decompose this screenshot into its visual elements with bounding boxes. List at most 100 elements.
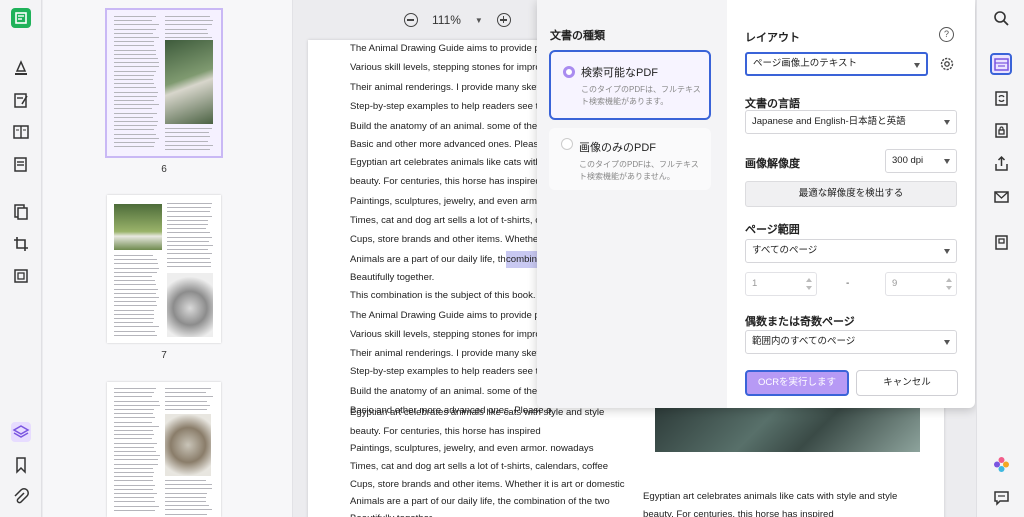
thumbnail-text-line <box>114 430 153 431</box>
thumbnail-text-line <box>114 464 158 465</box>
radio-selected[interactable] <box>563 66 575 78</box>
thumbnail-text-line <box>167 228 206 229</box>
document-text-line: beauty. For centuries, this horse has in… <box>643 506 834 517</box>
thumbnail-text-line <box>165 409 207 410</box>
language-select-value: Japanese and English-日本語と英語 <box>752 116 906 127</box>
thumbnail-text-line <box>165 33 208 34</box>
layers-icon[interactable] <box>11 422 31 442</box>
detect-resolution-button[interactable]: 最適な解像度を検出する <box>745 181 957 207</box>
range-to-input[interactable]: 9 <box>885 272 957 296</box>
document-text-line: Paintings, sculptures, jewelry, and even… <box>350 193 546 210</box>
document-text-line: Step-by-step examples to help readers se… <box>350 363 549 380</box>
document-text-line: Step-by-step examples to help readers se… <box>350 98 549 115</box>
image-only-pdf-option[interactable]: 画像のみのPDF このタイプのPDFは、フルテキスト検索機能がありません。 <box>549 128 711 190</box>
highlight-icon[interactable] <box>11 58 31 78</box>
attachment-icon[interactable] <box>11 487 31 507</box>
document-text-line: Cups, store brands and other items. Whet… <box>350 231 549 248</box>
resolution-label: 画像解像度 <box>745 155 800 171</box>
book-icon[interactable] <box>11 122 31 142</box>
thumbnail-text-line <box>114 405 160 406</box>
layout-select[interactable]: ページ画像上のテキスト <box>745 52 928 76</box>
document-text-line: Basic and other more advanced ones. Plea… <box>350 136 551 153</box>
page-range-label: ページ範囲 <box>745 221 800 237</box>
form-icon[interactable] <box>11 154 31 174</box>
odd-even-select-value: 範囲内のすべてのページ <box>752 336 855 347</box>
save-icon[interactable] <box>990 231 1012 253</box>
thumbnail-text-line <box>114 75 154 76</box>
thumbnail-text-line <box>114 41 154 42</box>
thumbnail-page-8[interactable] <box>107 382 221 517</box>
thumbnail-text-line <box>114 305 157 306</box>
thumbnail-text-line <box>167 224 208 225</box>
language-select[interactable]: Japanese and English-日本語と英語 <box>745 110 957 134</box>
share-icon[interactable] <box>990 152 1012 174</box>
zoom-in-icon[interactable] <box>497 13 511 27</box>
resolution-select[interactable]: 300 dpi <box>885 149 957 173</box>
email-icon[interactable] <box>990 185 1012 207</box>
thumbnail-text-line <box>167 258 210 259</box>
resolution-select-value: 300 dpi <box>892 155 923 166</box>
thumbnail-text-line <box>114 37 159 38</box>
search-icon[interactable] <box>990 7 1012 29</box>
zoom-level[interactable]: 111% <box>432 13 461 27</box>
help-icon[interactable]: ? <box>939 27 954 42</box>
settings-gear-icon[interactable] <box>939 56 955 72</box>
crop-icon[interactable] <box>11 234 31 254</box>
selected-text-highlight[interactable]: combin <box>506 251 537 268</box>
thumbnail-text-line <box>167 237 212 238</box>
ai-assistant-icon[interactable] <box>990 453 1012 475</box>
thumbnail-text-line <box>114 501 155 502</box>
document-text-line: beauty. For centuries, this horse has in… <box>350 423 541 440</box>
page-range-select[interactable]: すべてのページ <box>745 239 957 263</box>
edit-icon[interactable] <box>11 90 31 110</box>
thumbnail-text-line <box>114 134 156 135</box>
thumbnail-text-line <box>114 92 158 93</box>
run-ocr-button[interactable]: OCRを実行します <box>745 370 849 396</box>
document-text-line: Build the anatomy of an animal. some of … <box>350 118 545 135</box>
document-text-line: Build the anatomy of an animal. some of … <box>350 383 545 400</box>
thumbnail-text-line <box>114 79 153 80</box>
organize-pages-icon[interactable] <box>11 202 31 222</box>
ocr-settings: レイアウト ? ページ画像上のテキスト 文書の言語 Japanese and E… <box>745 0 965 408</box>
convert-icon[interactable] <box>990 87 1012 109</box>
thumbnail-text-line <box>165 405 210 406</box>
thumbnail-text-line <box>114 409 154 410</box>
thumbnail-text-line <box>114 434 154 435</box>
zoom-out-icon[interactable] <box>404 13 418 27</box>
thumbnail-image-horse <box>165 414 211 476</box>
thumbnail-text-line <box>114 62 159 63</box>
thumbnail-text-line <box>114 485 155 486</box>
protect-icon[interactable] <box>990 119 1012 141</box>
thumbnail-text-line <box>114 438 152 439</box>
thumbnail-text-line <box>114 318 154 319</box>
cancel-button[interactable]: キャンセル <box>856 370 958 396</box>
thumbnail-text-line <box>114 87 156 88</box>
thumbnail-text-line <box>114 272 157 273</box>
thumbnail-text-line <box>114 392 154 393</box>
thumbnail-text-line <box>165 501 206 502</box>
comment-icon[interactable] <box>990 486 1012 508</box>
odd-even-select[interactable]: 範囲内のすべてのページ <box>745 330 957 354</box>
thumbnail-text-line <box>114 276 152 277</box>
thumbnail-text-line <box>114 146 154 147</box>
reader-mode-icon[interactable] <box>11 8 31 28</box>
document-text-line: Times, cat and dog art sells a lot of t-… <box>350 458 608 475</box>
searchable-pdf-option[interactable]: 検索可能なPDF このタイプのPDFは、フルテキスト検索機能があります。 <box>549 50 711 120</box>
page-thumbnails-panel: 6 7 <box>43 0 293 517</box>
thumbnail-text-line <box>114 142 155 143</box>
thumbnail-page-6[interactable] <box>107 10 221 156</box>
range-from-value: 1 <box>752 278 757 289</box>
thumbnail-text-line <box>165 24 212 25</box>
thumbnail-text-line <box>114 108 152 109</box>
thumbnail-text-line <box>114 289 158 290</box>
range-from-input[interactable]: 1 <box>745 272 817 296</box>
thumbnail-text-line <box>167 211 210 212</box>
zoom-dropdown-icon[interactable]: ▼ <box>475 16 483 25</box>
radio-unselected[interactable] <box>561 138 573 150</box>
compress-icon[interactable] <box>11 266 31 286</box>
thumbnail-text-line <box>114 326 159 327</box>
thumbnail-text-line <box>165 401 207 402</box>
bookmark-icon[interactable] <box>11 455 31 475</box>
thumbnail-page-7[interactable] <box>107 195 221 343</box>
ocr-icon[interactable] <box>990 53 1012 75</box>
